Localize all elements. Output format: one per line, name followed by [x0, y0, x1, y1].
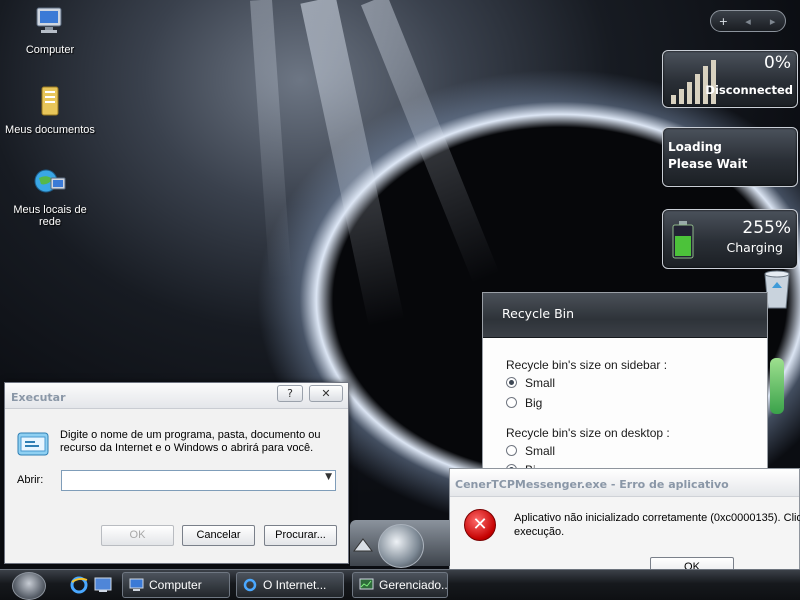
network-status: Disconnected [705, 83, 793, 97]
desktop-size-small-option[interactable]: Small [506, 444, 555, 458]
desktop-size-label: Recycle bin's size on desktop : [506, 426, 670, 440]
close-button[interactable]: ✕ [309, 385, 343, 402]
radio-selected-icon[interactable] [506, 377, 517, 388]
taskbar-button-computer[interactable]: Computer [122, 572, 230, 598]
media-player-icon[interactable] [378, 524, 424, 568]
sidebar-controls: + ◂ ▸ [710, 10, 786, 32]
internet-explorer-icon[interactable] [70, 576, 88, 594]
documents-folder-icon [41, 86, 59, 116]
battery-percent: 255% [742, 218, 791, 238]
add-gadget-button[interactable]: + [711, 15, 736, 28]
error-message-line1: Aplicativo não inicializado corretamente… [514, 512, 800, 524]
taskbar-button-manager[interactable]: Gerenciado... [352, 572, 448, 598]
run-dialog-titlebar[interactable]: Executar ? ✕ [5, 383, 348, 409]
open-combobox[interactable]: ▼ [61, 470, 336, 491]
computer-icon [36, 7, 62, 33]
internet-explorer-icon [243, 578, 257, 592]
desktop-icon-label: Meus documentos [5, 124, 95, 136]
run-description: Digite o nome de um programa, pasta, doc… [60, 429, 321, 454]
desktop-icon-label: Computer [25, 44, 75, 56]
desktop-icon-documents[interactable]: Meus documentos [2, 84, 98, 136]
previous-page-button[interactable]: ◂ [736, 15, 761, 28]
option-label: Big [525, 396, 543, 410]
start-button[interactable] [12, 572, 46, 600]
loading-text: Loading [668, 140, 722, 154]
network-meter-gadget[interactable]: 0% Disconnected [662, 50, 798, 108]
taskbar-button-internet[interactable]: O Internet... [236, 572, 344, 598]
open-label: Abrir: [17, 474, 44, 486]
browse-button[interactable]: Procurar... [264, 525, 337, 546]
sidebar-size-big-option[interactable]: Big [506, 396, 542, 410]
run-icon [17, 432, 49, 456]
recycle-bin-settings-window: Recycle Bin Recycle bin's size on sideba… [482, 292, 768, 482]
error-icon: ✕ [464, 509, 496, 541]
open-input[interactable] [64, 472, 314, 489]
run-dialog: Executar ? ✕ Digite o nome de um program… [4, 382, 349, 564]
radio-unselected-icon[interactable] [506, 445, 517, 456]
network-percent: 0% [764, 53, 791, 73]
desktop-icon-computer[interactable]: Computer [2, 4, 98, 56]
run-dialog-title: Executar [11, 391, 66, 404]
error-dialog-title[interactable]: CenerTCPMessenger.exe - Erro de aplicati… [450, 469, 799, 497]
option-label: Small [525, 444, 556, 458]
wait-text: Please Wait [668, 157, 748, 171]
ok-button[interactable]: OK [101, 525, 174, 546]
taskbar-button-label: Computer [149, 578, 202, 592]
signal-bars-icon [671, 60, 716, 104]
taskbar-button-label: O Internet... [263, 578, 327, 592]
chevron-down-icon[interactable]: ▼ [325, 472, 332, 482]
task-manager-icon [359, 578, 374, 590]
help-button[interactable]: ? [277, 385, 303, 402]
radio-unselected-icon[interactable] [506, 397, 517, 408]
arrow-up-icon[interactable] [352, 536, 374, 560]
battery-icon [672, 221, 694, 259]
loading-gadget[interactable]: Loading Please Wait [662, 127, 798, 187]
network-places-icon [34, 169, 66, 193]
computer-icon [129, 578, 144, 591]
green-gadget-edge [770, 358, 784, 414]
desktop-icon-label: Meus locais de rede [13, 204, 87, 228]
cancel-button[interactable]: Cancelar [182, 525, 255, 546]
recycle-bin-settings-title: Recycle Bin [483, 293, 767, 338]
next-page-button[interactable]: ▸ [760, 15, 785, 28]
battery-gadget[interactable]: 255% Charging [662, 209, 798, 269]
option-label: Small [525, 376, 556, 390]
show-desktop-icon[interactable] [94, 577, 112, 593]
sidebar-size-label: Recycle bin's size on sidebar : [506, 358, 668, 372]
error-message-line2: execução. [514, 526, 565, 538]
battery-status: Charging [726, 240, 784, 255]
sidebar-size-small-option[interactable]: Small [506, 376, 555, 390]
desktop-icon-network[interactable]: Meus locais de rede [2, 164, 98, 228]
taskbar-button-label: Gerenciado... [379, 578, 448, 592]
